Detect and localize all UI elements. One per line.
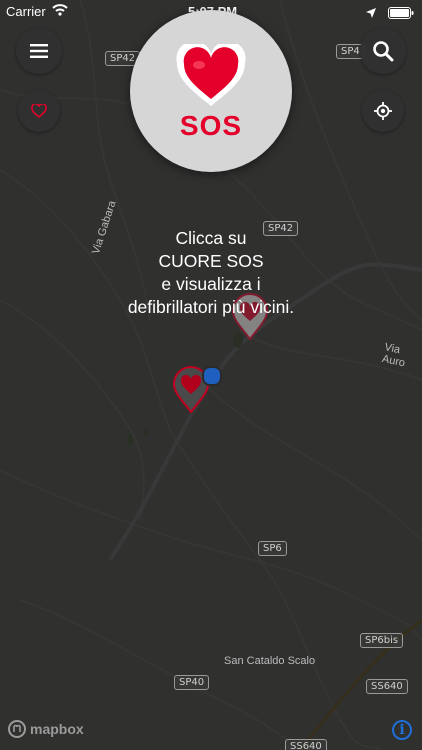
instruction-line: defibrillatori più vicini.	[127, 297, 295, 317]
heart-outline-icon	[31, 104, 47, 118]
locate-button[interactable]	[362, 90, 404, 132]
app-screen: SP42 SP4 SP42 SP6 SP40 SP6bis SS640 SS64…	[0, 0, 422, 750]
sos-label: SOS	[179, 110, 243, 141]
mapbox-icon	[8, 720, 26, 738]
place-label: San Cataldo Scalo	[224, 655, 316, 667]
wifi-icon	[52, 4, 68, 19]
road-label: SP6	[258, 541, 287, 556]
menu-button[interactable]	[16, 28, 62, 74]
search-icon	[373, 41, 394, 62]
mapbox-logo[interactable]: mapbox	[8, 720, 84, 738]
battery-icon	[388, 6, 414, 19]
location-arrow-icon	[366, 7, 377, 18]
sos-instructions: Clicca su CUORE SOS e visualizza i defib…	[60, 227, 362, 319]
favorites-button[interactable]	[18, 90, 60, 132]
sos-heart-button[interactable]: SOS	[130, 10, 292, 172]
mapbox-wordmark: mapbox	[30, 721, 84, 737]
road-label: SP40	[174, 675, 210, 690]
heart-icon	[176, 44, 246, 106]
road-label: SP6bis	[360, 633, 404, 648]
info-button[interactable]: i	[392, 720, 412, 740]
hamburger-icon	[30, 44, 48, 58]
search-button[interactable]	[360, 28, 406, 74]
instruction-line: e visualizza i	[161, 274, 261, 294]
road-label: SS640	[366, 679, 408, 694]
instruction-line: Clicca su	[175, 228, 247, 248]
info-icon: i	[399, 722, 405, 738]
user-location-dot	[202, 366, 222, 386]
road-label: SS640	[285, 739, 327, 750]
status-right	[366, 4, 414, 19]
carrier-label: Carrier	[6, 4, 46, 19]
crosshair-icon	[374, 102, 392, 120]
instruction-line: CUORE SOS	[158, 251, 264, 271]
